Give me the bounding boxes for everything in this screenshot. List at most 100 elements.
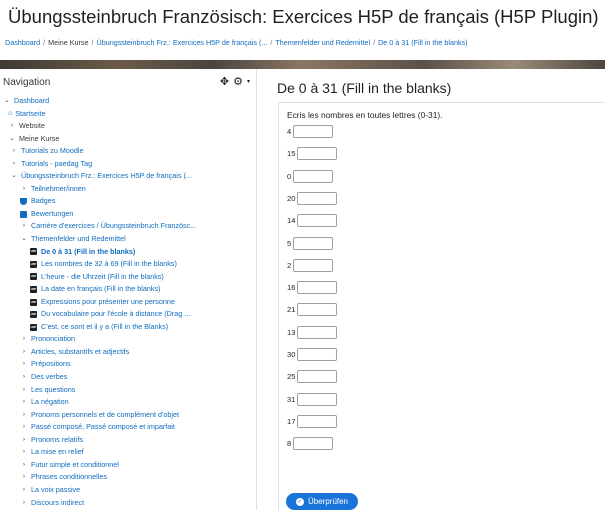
answer-input[interactable] [297, 191, 338, 205]
nav-item[interactable]: › Articles, substantifs et adjectifs [0, 346, 256, 359]
chevron-right-icon[interactable]: › [20, 396, 28, 409]
nav-item-label: Prononciation [31, 334, 75, 344]
answer-input[interactable] [297, 147, 338, 161]
answer-input[interactable] [297, 392, 338, 406]
chevron-down-icon[interactable]: ⌄ [8, 133, 16, 146]
nav-item-label: Badges [31, 196, 56, 206]
nav-item[interactable]: › Prépositions [0, 358, 256, 371]
chevron-right-icon[interactable]: › [20, 384, 28, 397]
nav-item[interactable]: H5P Les nombres de 32 à 69 (Fill in the b… [0, 258, 256, 271]
chevron-down-icon[interactable]: ⌄ [10, 170, 18, 183]
nav-item[interactable]: › La voix passive [0, 484, 256, 497]
chevron-right-icon[interactable]: › [20, 471, 28, 484]
nav-item[interactable]: › Pronoms relatifs [0, 434, 256, 447]
nav-item[interactable]: ⌄ Meine Kurse [0, 133, 256, 146]
chevron-down-icon[interactable]: ▾ [247, 79, 250, 85]
move-icon[interactable]: ✥ [220, 76, 229, 88]
h5p-icon: H5P [30, 311, 37, 319]
nav-item[interactable]: H5P C'est, ce sont et il y a (Fill in the… [0, 321, 256, 334]
answer-input[interactable] [297, 414, 338, 428]
nav-item[interactable]: › Carrière d'exercices / Übungssteinbruch… [0, 220, 256, 233]
answer-input[interactable] [297, 303, 338, 317]
nav-item[interactable]: ⌄ Übungssteinbruch Frz.: Exercices H5P de… [0, 170, 256, 183]
nav-item[interactable]: Bewertungen [0, 208, 256, 221]
chevron-right-icon[interactable]: › [20, 421, 28, 434]
nav-item[interactable]: H5P Du vocabulaire pour l'école à distanc… [0, 308, 256, 321]
chevron-right-icon[interactable]: › [20, 459, 28, 472]
nav-item[interactable]: ⌄ Themenfelder und Redemittel [0, 233, 256, 246]
chevron-right-icon[interactable]: › [20, 409, 28, 422]
breadcrumb-item[interactable]: De 0 à 31 (Fill in the blanks) [378, 38, 468, 47]
nav-item[interactable]: H5P De 0 à 31 (Fill in the blanks) [0, 246, 256, 259]
chevron-right-icon[interactable]: › [20, 346, 28, 359]
badge-icon [20, 198, 27, 206]
chevron-right-icon[interactable]: › [10, 158, 18, 171]
gear-icon[interactable]: ⚙ [233, 76, 243, 88]
chevron-right-icon[interactable]: › [20, 484, 28, 497]
nav-item[interactable]: H5P Expressions pour présenter une person… [0, 296, 256, 309]
chevron-right-icon[interactable]: › [20, 220, 28, 233]
breadcrumb-item[interactable]: Übungssteinbruch Frz.: Exercices H5P de … [97, 38, 268, 47]
answer-input[interactable] [297, 348, 338, 361]
nav-item[interactable]: › Futur simple et conditionnel [0, 459, 256, 472]
h5p-icon: H5P [30, 323, 37, 331]
nav-item[interactable]: › Website [0, 120, 256, 133]
nav-item-label: Les questions [31, 384, 76, 394]
nav-item[interactable]: › Tutorials zu Moodle [0, 145, 256, 158]
nav-item-label: Phrases conditionnelles [31, 472, 107, 482]
nav-item-label: Tutorials zu Moodle [21, 146, 84, 156]
answer-input[interactable] [297, 281, 338, 295]
nav-item-label: De 0 à 31 (Fill in the blanks) [41, 246, 136, 256]
nav-item[interactable]: › Prononciation [0, 333, 256, 346]
chevron-right-icon[interactable]: › [20, 333, 28, 346]
chevron-right-icon[interactable]: › [20, 434, 28, 447]
h5p-icon: H5P [30, 298, 37, 306]
nav-item-label: Website [19, 121, 45, 131]
nav-item[interactable]: › Phrases conditionnelles [0, 471, 256, 484]
breadcrumb-item[interactable]: Themenfelder und Redemittel [275, 38, 370, 47]
chevron-down-icon[interactable]: ⌄ [3, 95, 11, 108]
blank-row: 16 [287, 281, 338, 295]
nav-item[interactable]: H5P L'heure - die Uhrzeit (Fill in the bl… [0, 271, 256, 284]
nav-item[interactable]: › Les questions [0, 384, 256, 397]
answer-input[interactable] [293, 125, 334, 138]
chevron-right-icon[interactable]: › [8, 120, 16, 133]
nav-item-label: Meine Kurse [19, 133, 60, 143]
chevron-right-icon[interactable]: › [20, 497, 28, 510]
breadcrumb-item[interactable]: Dashboard [5, 38, 40, 47]
blank-row: 8 [287, 437, 334, 451]
nav-item[interactable]: › Tutorials - paedag Tag [0, 158, 256, 171]
answer-input[interactable] [293, 236, 334, 250]
answer-input[interactable] [293, 258, 334, 272]
nav-item[interactable]: › Teilnehmer/innen [0, 183, 256, 196]
nav-item[interactable]: › Discours indirect [0, 497, 256, 510]
chevron-right-icon[interactable]: › [20, 358, 28, 371]
chevron-right-icon[interactable]: › [20, 371, 28, 384]
nav-item[interactable]: › La mise en relief [0, 446, 256, 459]
answer-input[interactable] [293, 169, 334, 183]
chevron-down-icon[interactable]: ⌄ [20, 233, 28, 246]
number-label: 31 [287, 394, 296, 404]
answer-input[interactable] [297, 370, 338, 384]
nav-item[interactable]: › Passé composé, Passé composé et imparfa… [0, 421, 256, 434]
chevron-right-icon[interactable]: › [20, 183, 28, 196]
chevron-right-icon[interactable]: › [10, 145, 18, 158]
nav-item[interactable]: ⌄ Dashboard [0, 95, 256, 108]
nav-item[interactable]: › La négation [0, 396, 256, 409]
answer-input[interactable] [293, 437, 334, 451]
chevron-right-icon[interactable]: › [20, 446, 28, 459]
nav-item[interactable]: H5P La date en français (Fill in the blan… [0, 283, 256, 296]
nav-item[interactable]: › Des verbes [0, 371, 256, 384]
answer-input[interactable] [297, 325, 338, 339]
navigation-title: Navigation [3, 76, 51, 88]
course-banner [0, 60, 605, 69]
nav-item[interactable]: Badges [0, 195, 256, 208]
nav-item-label: Bewertungen [31, 208, 74, 218]
answer-input[interactable] [297, 214, 338, 228]
check-button[interactable]: ✓ Überprüfen [286, 493, 358, 510]
nav-item[interactable]: › Pronoms personnels et de complément d'o… [0, 409, 256, 422]
nav-item-label: Prépositions [31, 359, 71, 369]
main-region: De 0 à 31 (Fill in the blanks) Ecris les… [270, 69, 605, 510]
blank-row: 13 [287, 325, 338, 339]
nav-item[interactable]: ⌂ Startseite [0, 108, 256, 121]
